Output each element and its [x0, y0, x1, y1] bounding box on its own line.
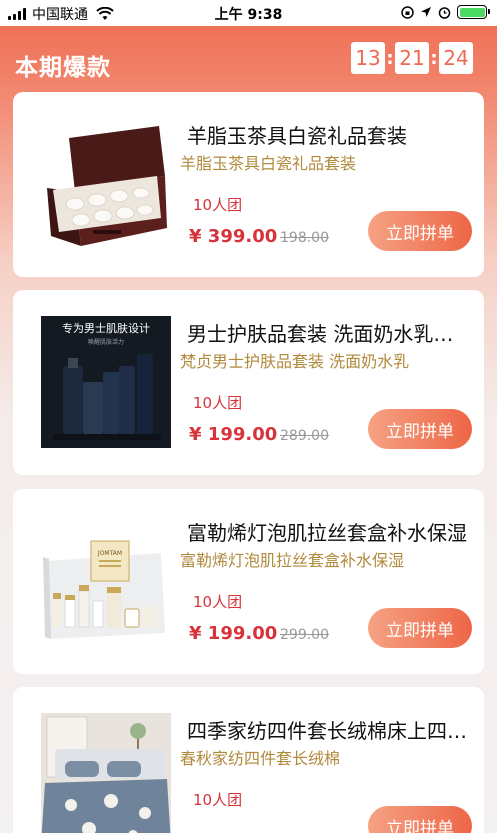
group-size-label: 10人团	[193, 394, 243, 412]
image-brand: JOMTAM	[97, 550, 122, 557]
countdown-separator: :	[386, 47, 394, 69]
product-card[interactable]: 羊脂玉茶具白瓷礼品套装 羊脂玉茶具白瓷礼品套装 10人团 ¥ 399.00 19…	[13, 92, 484, 277]
countdown-seconds: 24	[439, 42, 473, 74]
countdown-timer: 13 : 21 : 24	[351, 42, 473, 74]
product-title: 男士护肤品套装 洗面奶水乳套装	[187, 322, 472, 346]
status-bar: 中国联通 上午 9:38	[0, 0, 497, 26]
original-price: 289.00	[280, 428, 329, 444]
product-image-men-skincare: 专为男士肌肤设计 唤醒肌肤活力	[41, 316, 171, 448]
group-price: ¥ 399.00	[189, 226, 278, 247]
status-right	[401, 5, 490, 19]
group-buy-button[interactable]: 立即拼单	[368, 608, 472, 648]
product-image-bedding-set	[41, 713, 171, 833]
countdown-separator: :	[430, 47, 438, 69]
product-card[interactable]: 专为男士肌肤设计 唤醒肌肤活力 男士护肤品套装 洗面奶水乳套装 梵贞男士护肤品套…	[13, 290, 484, 475]
product-image-skincare-gift-box: JOMTAM	[41, 515, 171, 647]
product-title: 羊脂玉茶具白瓷礼品套装	[187, 124, 407, 148]
alarm-icon	[438, 6, 451, 19]
image-headline: 专为男士肌肤设计	[62, 321, 150, 335]
header: 本期爆款 13 : 21 : 24	[0, 26, 497, 90]
product-image-tea-set	[47, 126, 167, 246]
group-size-label: 10人团	[193, 196, 243, 214]
original-price: 198.00	[280, 230, 329, 246]
product-card[interactable]: 四季家纺四件套长绒棉床上四件套 春秋家纺四件套长绒棉 10人团 立即拼单	[13, 687, 484, 833]
group-price: ¥ 199.00	[189, 623, 278, 644]
group-buy-button[interactable]: 立即拼单	[368, 211, 472, 251]
group-price: ¥ 199.00	[189, 424, 278, 445]
product-subtitle: 梵贞男士护肤品套装 洗面奶水乳	[180, 352, 410, 371]
product-card[interactable]: JOMTAM 富勒烯灯泡肌拉丝套盒补水保湿 富勒烯灯泡肌拉丝套盒补水保湿 10人…	[13, 489, 484, 674]
countdown-hours: 13	[351, 42, 385, 74]
product-title: 富勒烯灯泡肌拉丝套盒补水保湿	[187, 521, 467, 545]
battery-icon	[457, 5, 490, 19]
product-subtitle: 羊脂玉茶具白瓷礼品套装	[180, 154, 357, 173]
page-title: 本期爆款	[15, 55, 111, 81]
group-size-label: 10人团	[193, 593, 243, 611]
original-price: 299.00	[280, 627, 329, 643]
location-icon	[421, 7, 431, 17]
group-buy-button[interactable]: 立即拼单	[368, 409, 472, 449]
image-subline: 唤醒肌肤活力	[88, 338, 124, 346]
tab-bar-peek	[0, 825, 497, 833]
product-title: 四季家纺四件套长绒棉床上四件套	[187, 719, 472, 743]
product-subtitle: 富勒烯灯泡肌拉丝套盒补水保湿	[180, 551, 405, 570]
orientation-lock-icon	[401, 5, 414, 19]
product-subtitle: 春秋家纺四件套长绒棉	[180, 749, 341, 768]
countdown-minutes: 21	[395, 42, 429, 74]
group-size-label: 10人团	[193, 791, 243, 809]
